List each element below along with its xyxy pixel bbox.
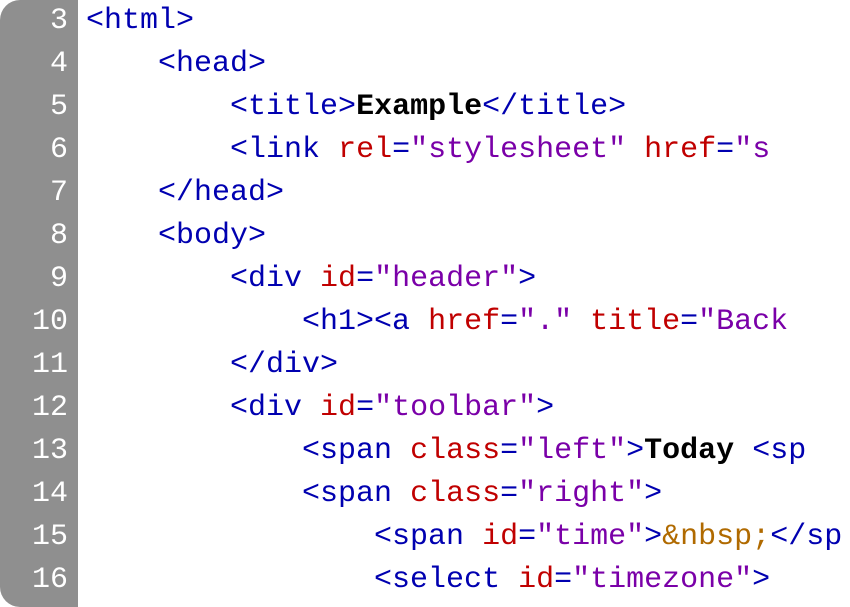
token-tag: <h1><a [302, 305, 428, 339]
token-tag: <html> [86, 4, 194, 38]
token-txt: Today [644, 434, 752, 468]
token-tag: </sp [770, 520, 842, 554]
token-tag: <span [302, 477, 410, 511]
token-tag: = [500, 477, 518, 511]
code-line[interactable]: <body> [86, 215, 842, 258]
token-attr: title [590, 305, 680, 339]
code-line[interactable]: <title>Example</title> [86, 86, 842, 129]
code-line[interactable]: <div id="header"> [86, 258, 842, 301]
line-number: 11 [0, 344, 68, 387]
token-attr: class [410, 434, 500, 468]
token-txt: Example [356, 90, 482, 124]
token-tag: </head> [158, 176, 284, 210]
token-attr: href [428, 305, 500, 339]
code-line[interactable]: <h1><a href="." title="Back [86, 301, 842, 344]
line-number: 6 [0, 129, 68, 172]
token-val: "left" [518, 434, 626, 468]
token-attr: id [482, 520, 518, 554]
token-ent: &nbsp; [662, 520, 770, 554]
code-line[interactable]: <div id="toolbar"> [86, 387, 842, 430]
line-number: 3 [0, 0, 68, 43]
token-tag: </div> [230, 348, 338, 382]
token-tag: > [644, 477, 662, 511]
token-tag: <link [230, 133, 338, 167]
token-val: "right" [518, 477, 644, 511]
token-tag: = [356, 262, 374, 296]
code-line[interactable]: <span id="time">&nbsp;</sp [86, 516, 842, 559]
code-line[interactable]: <link rel="stylesheet" href="s [86, 129, 842, 172]
token-val: "Back [698, 305, 806, 339]
line-number: 15 [0, 516, 68, 559]
line-number: 7 [0, 172, 68, 215]
token-tag: > [644, 520, 662, 554]
token-tag: <select [374, 563, 518, 597]
token-attr: rel [338, 133, 392, 167]
token-val: "." [518, 305, 572, 339]
code-line[interactable]: <select id="timezone"> [86, 559, 842, 602]
token-tag: > [518, 262, 536, 296]
line-number: 14 [0, 473, 68, 516]
token-tag: = [518, 520, 536, 554]
token-val: "stylesheet" [410, 133, 626, 167]
token-val: "s [734, 133, 770, 167]
code-editor: 345678910111213141516 <html> <head> <tit… [0, 0, 850, 607]
code-line[interactable]: <span class="right"> [86, 473, 842, 516]
code-line[interactable]: </div> [86, 344, 842, 387]
line-number: 8 [0, 215, 68, 258]
line-number: 16 [0, 559, 68, 602]
token-tag: = [680, 305, 698, 339]
token-val: "timezone" [572, 563, 752, 597]
token-tag: = [392, 133, 410, 167]
token-tag: <title> [230, 90, 356, 124]
line-number: 12 [0, 387, 68, 430]
token-tag: <head> [158, 47, 266, 81]
line-number: 13 [0, 430, 68, 473]
code-area[interactable]: <html> <head> <title>Example</title> <li… [78, 0, 842, 607]
token-tag: </title> [482, 90, 626, 124]
code-line[interactable]: <span class="left">Today <sp [86, 430, 842, 473]
token-tag: > [626, 434, 644, 468]
token-tag: > [752, 563, 770, 597]
token-tag: <span [374, 520, 482, 554]
token-tag: <body> [158, 219, 266, 253]
token-tag: <div [230, 262, 320, 296]
token-attr: href [644, 133, 716, 167]
line-number: 10 [0, 301, 68, 344]
token-attr: class [410, 477, 500, 511]
token-attr: id [320, 391, 356, 425]
token-tag: = [356, 391, 374, 425]
token-attr: id [518, 563, 554, 597]
line-number: 9 [0, 258, 68, 301]
token-tag: > [536, 391, 554, 425]
token-tag [572, 305, 590, 339]
line-number-gutter: 345678910111213141516 [0, 0, 78, 607]
token-tag: <sp [752, 434, 806, 468]
token-tag: = [554, 563, 572, 597]
token-tag: <div [230, 391, 320, 425]
token-tag: = [716, 133, 734, 167]
token-val: "toolbar" [374, 391, 536, 425]
token-attr: id [320, 262, 356, 296]
code-line[interactable]: <html> [86, 0, 842, 43]
token-val: "header" [374, 262, 518, 296]
token-tag [626, 133, 644, 167]
token-tag: <span [302, 434, 410, 468]
line-number: 4 [0, 43, 68, 86]
code-line[interactable]: </head> [86, 172, 842, 215]
line-number: 5 [0, 86, 68, 129]
token-tag: = [500, 434, 518, 468]
token-tag: = [500, 305, 518, 339]
code-line[interactable]: <head> [86, 43, 842, 86]
token-val: "time" [536, 520, 644, 554]
